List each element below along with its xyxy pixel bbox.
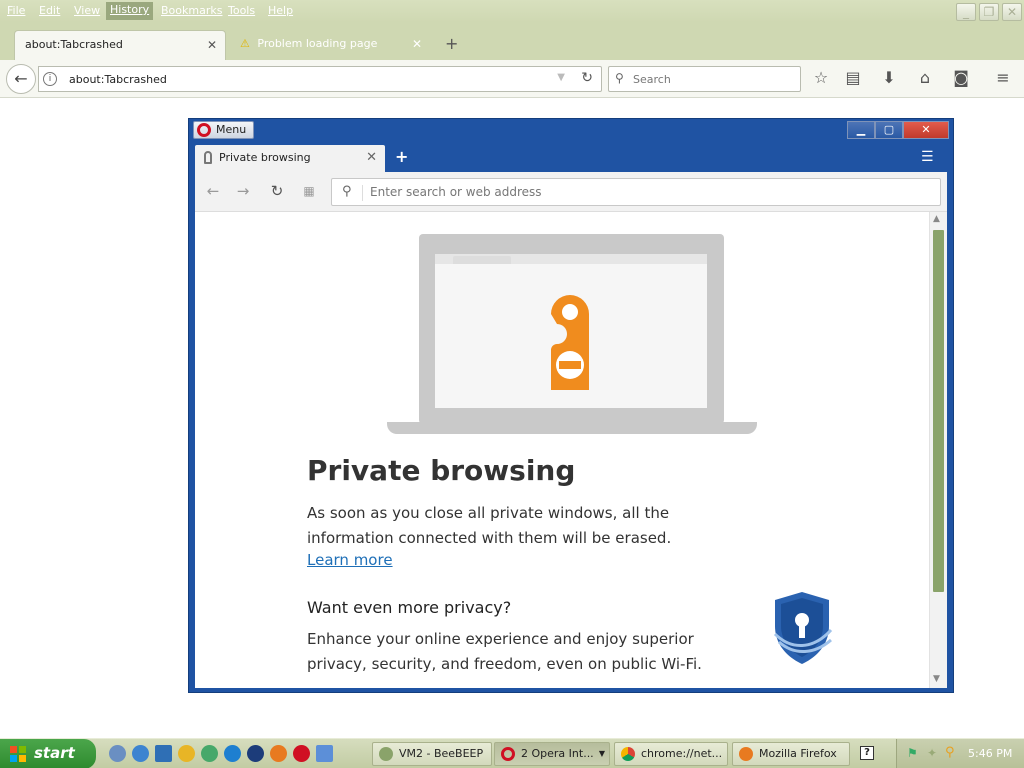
help-icon[interactable]: ? bbox=[860, 746, 874, 760]
menu-help[interactable]: Help bbox=[268, 4, 293, 17]
windows-flag-icon bbox=[10, 746, 26, 762]
back-button[interactable]: ← bbox=[6, 64, 36, 94]
tab-close-icon[interactable]: ✕ bbox=[207, 31, 217, 59]
reading-list-icon[interactable]: ▤ bbox=[842, 68, 864, 87]
firefox-icon bbox=[739, 747, 753, 761]
tab-label: about:Tabcrashed bbox=[25, 38, 123, 51]
close-button[interactable]: ✕ bbox=[1002, 3, 1022, 21]
menu-file[interactable]: File bbox=[7, 4, 25, 17]
opera-back-icon[interactable]: ← bbox=[203, 182, 223, 200]
search-icon: ⚲ bbox=[342, 184, 352, 199]
opera-tab-label: Private browsing bbox=[219, 151, 311, 164]
speed-dial-icon[interactable]: ▦ bbox=[299, 184, 319, 198]
chrome-quicklaunch-icon[interactable] bbox=[178, 745, 195, 762]
url-text: about:Tabcrashed bbox=[69, 73, 167, 86]
task-beebeep[interactable]: VM2 - BeeBEEP bbox=[372, 742, 492, 766]
task-opera[interactable]: 2 Opera Int... ▼ bbox=[494, 742, 610, 766]
warning-icon: ⚠ bbox=[240, 37, 250, 50]
firefox-tab-strip: about:Tabcrashed ✕ ⚠ Problem loading pag… bbox=[0, 22, 1024, 60]
page-description: As soon as you close all private windows… bbox=[307, 504, 672, 547]
url-bar[interactable]: i about:Tabcrashed ▼ ↻ bbox=[38, 66, 602, 92]
task-chrome[interactable]: chrome://net... bbox=[614, 742, 728, 766]
minimize-button[interactable]: _ bbox=[956, 3, 976, 21]
menu-view[interactable]: View bbox=[74, 4, 100, 17]
opera-close-button[interactable]: ✕ bbox=[903, 121, 949, 139]
start-button[interactable]: start bbox=[0, 739, 96, 768]
opera-tab-menu-icon[interactable]: ☰ bbox=[921, 149, 934, 165]
opera-menu-label: Menu bbox=[216, 123, 247, 136]
opera-tab-private[interactable]: Private browsing ✕ bbox=[195, 145, 385, 172]
search-placeholder: Search bbox=[633, 73, 671, 86]
firefox-quicklaunch-icon[interactable] bbox=[270, 745, 287, 762]
tray-search-icon[interactable]: ⚲ bbox=[945, 745, 955, 760]
opera-menu-button[interactable]: Menu bbox=[193, 121, 254, 139]
opera-forward-icon[interactable]: → bbox=[233, 182, 253, 200]
more-privacy-heading: Want even more privacy? bbox=[307, 598, 512, 617]
scroll-up-icon[interactable]: ▲ bbox=[933, 214, 940, 224]
quicklaunch-1-icon[interactable] bbox=[109, 745, 126, 762]
tab-problem-loading[interactable]: ⚠ Problem loading page ✕ bbox=[230, 30, 430, 60]
bookmark-star-icon[interactable]: ☆ bbox=[810, 68, 832, 87]
opera-new-tab-icon[interactable]: + bbox=[395, 147, 408, 166]
opera-toolbar: ← → ↻ ▦ ⚲ Enter search or web address bbox=[195, 172, 947, 212]
opera-logo-icon bbox=[197, 123, 211, 137]
vpn-shield-icon bbox=[773, 592, 833, 664]
tray-network-icon[interactable]: ⚑ bbox=[907, 746, 918, 760]
opera-window: Menu ▁ ▢ ✕ Private browsing ✕ + ☰ ← → ↻ … bbox=[188, 118, 954, 693]
hamburger-menu-icon[interactable]: ≡ bbox=[992, 68, 1014, 87]
menu-history[interactable]: History bbox=[106, 2, 154, 20]
beebeep-icon bbox=[379, 747, 393, 761]
menu-bookmarks[interactable]: Bookmarks bbox=[161, 4, 222, 17]
downloads-icon[interactable]: ⬇ bbox=[878, 68, 900, 87]
tray-app-icon[interactable]: ✦ bbox=[927, 746, 937, 760]
opera-quicklaunch-icon[interactable] bbox=[293, 745, 310, 762]
home-icon[interactable]: ⌂ bbox=[914, 68, 936, 87]
pocket-icon[interactable]: ◙ bbox=[950, 68, 972, 87]
opera-address-input[interactable]: ⚲ Enter search or web address bbox=[331, 178, 941, 206]
opera-address-placeholder: Enter search or web address bbox=[370, 185, 542, 199]
more-privacy-text: Enhance your online experience and enjoy… bbox=[307, 630, 702, 673]
tab-about-tabcrashed[interactable]: about:Tabcrashed ✕ bbox=[14, 30, 226, 60]
quicklaunch-3-icon[interactable] bbox=[155, 745, 172, 762]
quicklaunch-7-icon[interactable] bbox=[247, 745, 264, 762]
windows-taskbar: start VM2 - BeeBEEP 2 Opera Int... ▼ chr… bbox=[0, 738, 1024, 768]
learn-more-link[interactable]: Learn more bbox=[307, 551, 393, 569]
page-title: Private browsing bbox=[307, 454, 576, 487]
opera-page-content: Private browsing As soon as you close al… bbox=[195, 212, 929, 688]
opera-tab-close-icon[interactable]: ✕ bbox=[366, 145, 377, 171]
start-label: start bbox=[34, 744, 75, 762]
scrollbar-thumb[interactable] bbox=[933, 230, 944, 592]
firefox-menubar: File Edit View History Bookmarks Tools H… bbox=[0, 0, 1024, 22]
tab-label: Problem loading page bbox=[257, 37, 378, 50]
clock[interactable]: 5:46 PM bbox=[968, 747, 1012, 760]
opera-icon bbox=[501, 747, 515, 761]
chrome-icon bbox=[621, 747, 635, 761]
opera-maximize-button[interactable]: ▢ bbox=[875, 121, 903, 139]
quicklaunch-5-icon[interactable] bbox=[201, 745, 218, 762]
info-icon[interactable]: i bbox=[43, 72, 57, 86]
opera-minimize-button[interactable]: ▁ bbox=[847, 121, 875, 139]
private-lock-icon bbox=[204, 151, 212, 164]
opera-reload-icon[interactable]: ↻ bbox=[267, 182, 287, 200]
reload-icon[interactable]: ↻ bbox=[581, 70, 593, 86]
menu-tools[interactable]: Tools bbox=[228, 4, 255, 17]
group-dropdown-icon[interactable]: ▼ bbox=[599, 743, 605, 765]
firefox-navbar: ← i about:Tabcrashed ▼ ↻ ⚲ Search ☆ ▤ ⬇ … bbox=[0, 60, 1024, 98]
menu-edit[interactable]: Edit bbox=[39, 4, 60, 17]
do-not-disturb-hanger-icon bbox=[551, 295, 589, 390]
scroll-down-icon[interactable]: ▼ bbox=[933, 674, 940, 684]
search-input[interactable]: ⚲ Search bbox=[608, 66, 801, 92]
task-firefox[interactable]: Mozilla Firefox bbox=[732, 742, 850, 766]
history-dropdown-icon[interactable]: ▼ bbox=[557, 72, 565, 83]
new-tab-icon[interactable]: + bbox=[445, 34, 458, 53]
search-icon: ⚲ bbox=[615, 71, 624, 85]
quicklaunch-2-icon[interactable] bbox=[132, 745, 149, 762]
quicklaunch-10-icon[interactable] bbox=[316, 745, 333, 762]
opera-scrollbar[interactable]: ▲ ▼ bbox=[929, 212, 947, 688]
tab-close-icon[interactable]: ✕ bbox=[412, 30, 422, 58]
ie-quicklaunch-icon[interactable] bbox=[224, 745, 241, 762]
restore-button[interactable]: ❐ bbox=[979, 3, 999, 21]
